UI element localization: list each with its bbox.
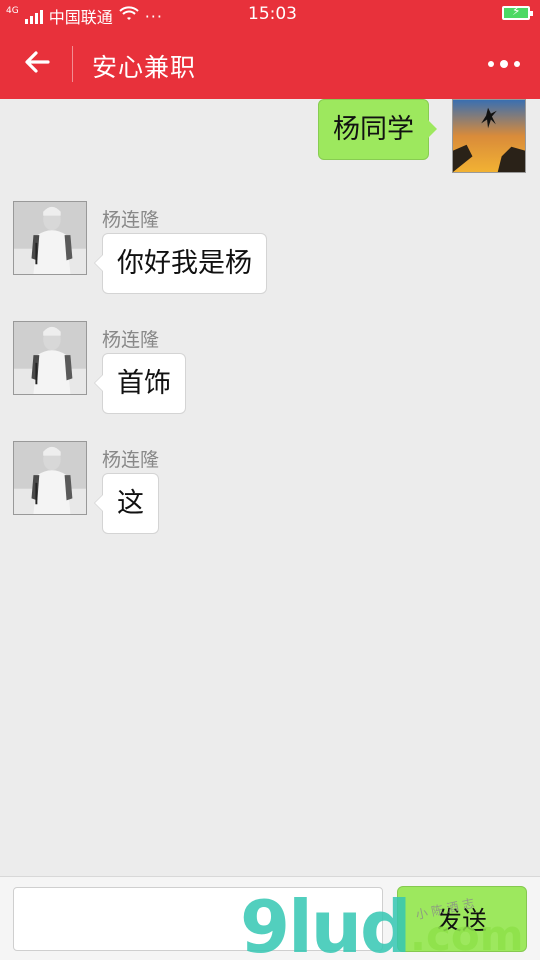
singer-avatar-image bbox=[14, 202, 86, 274]
input-bar: 发送 bbox=[0, 876, 540, 960]
singer-avatar-image bbox=[14, 442, 86, 514]
network-type: 4G bbox=[6, 6, 19, 16]
contact-avatar[interactable] bbox=[13, 321, 87, 395]
contact-avatar[interactable] bbox=[13, 201, 87, 275]
send-button[interactable]: 发送 bbox=[397, 886, 527, 952]
sender-name: 杨连隆 bbox=[102, 209, 160, 231]
status-left: 4G 中国联通 ··· bbox=[6, 4, 163, 28]
more-status-icon: ··· bbox=[144, 6, 163, 26]
page-title: 安心兼职 bbox=[92, 53, 197, 82]
singer-avatar-image bbox=[14, 322, 86, 394]
sender-name: 杨连隆 bbox=[102, 329, 160, 351]
back-button[interactable] bbox=[18, 42, 58, 82]
more-dots-icon-right bbox=[514, 61, 520, 67]
status-bar: 4G 中国联通 ··· 15:03 ⚡ bbox=[0, 0, 540, 28]
carrier-name: 中国联通 bbox=[48, 8, 113, 27]
chat-header: 安心兼职 bbox=[0, 28, 540, 99]
top-bar: 4G 中国联通 ··· 15:03 ⚡ 安心兼职 bbox=[0, 0, 540, 99]
arrow-left-icon bbox=[25, 51, 50, 73]
battery-charging-icon: ⚡ bbox=[502, 4, 533, 20]
message-bubble-incoming[interactable]: 首饰 bbox=[94, 353, 186, 414]
message-bubble-incoming[interactable]: 这 bbox=[94, 473, 159, 534]
sender-name: 杨连隆 bbox=[102, 449, 160, 471]
signal-bars-icon bbox=[24, 8, 43, 24]
header-divider bbox=[72, 46, 73, 82]
status-time: 15:03 bbox=[248, 4, 297, 24]
more-dots-icon bbox=[488, 61, 494, 67]
chat-area[interactable]: 杨同学 杨连隆 你好我是杨 杨连隆 首饰 杨连隆 这 bbox=[0, 99, 540, 876]
message-bubble-outgoing[interactable]: 杨同学 bbox=[318, 99, 437, 160]
contact-avatar[interactable] bbox=[13, 441, 87, 515]
more-dots-icon-center bbox=[500, 60, 508, 68]
my-avatar[interactable] bbox=[452, 99, 526, 173]
message-input[interactable] bbox=[13, 887, 383, 951]
message-bubble-incoming[interactable]: 你好我是杨 bbox=[94, 233, 267, 294]
wifi-icon bbox=[119, 6, 139, 26]
more-button[interactable] bbox=[488, 54, 520, 74]
sunset-jumper-avatar-image bbox=[453, 100, 525, 172]
